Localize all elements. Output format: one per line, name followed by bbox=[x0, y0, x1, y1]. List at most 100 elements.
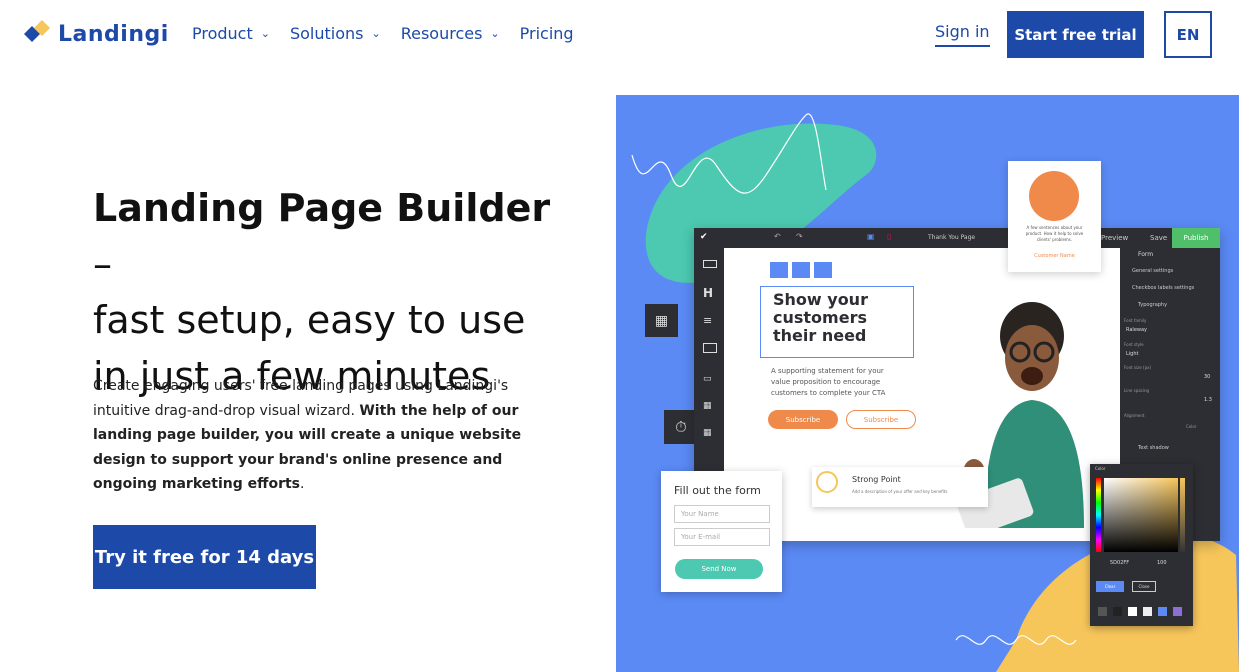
strong-point-card: Strong Point Add a description of your o… bbox=[812, 467, 988, 507]
nav-item-resources[interactable]: Resources ⌄ bbox=[401, 24, 500, 43]
box-tool-icon bbox=[703, 343, 717, 353]
clear-label: Clear bbox=[1104, 584, 1116, 589]
nav-item-label: Resources bbox=[400, 24, 483, 43]
logo[interactable]: Landingi bbox=[22, 20, 169, 48]
panel-font-size: 30 bbox=[1204, 374, 1211, 380]
canvas-subtext: A supporting statement for your value pr… bbox=[771, 367, 886, 397]
avatar bbox=[1029, 171, 1079, 221]
panel-alignment: Alignment bbox=[1124, 413, 1145, 418]
hero-headline: Landing Page Builder – fast setup, easy … bbox=[93, 180, 573, 404]
color-swatches bbox=[1098, 607, 1182, 616]
layers-icon bbox=[792, 262, 810, 278]
hero-title-bold: Landing Page Builder bbox=[93, 186, 551, 230]
section-tool-icon bbox=[703, 260, 717, 268]
swatch bbox=[1143, 607, 1152, 616]
panel-text-shadow: Text shadow bbox=[1138, 445, 1169, 451]
panel-font-family: Raleway bbox=[1126, 327, 1148, 333]
main-nav: Product ⌄ Solutions ⌄ Resources ⌄ Pricin… bbox=[192, 24, 574, 43]
form-card: Fill out the form Your Name Your E-mail … bbox=[661, 471, 782, 592]
color-hue-bar bbox=[1096, 478, 1101, 552]
undo-icon: ↶ bbox=[774, 232, 781, 241]
image-icon: ▦ bbox=[654, 312, 669, 329]
mobile-view-icon: ▯ bbox=[887, 232, 892, 241]
desktop-view-icon: ▣ bbox=[867, 232, 875, 241]
editor-logo-icon: ✔ bbox=[700, 232, 708, 242]
canvas-heading: Show your customers their need bbox=[773, 290, 868, 345]
panel-general: General settings bbox=[1132, 268, 1174, 274]
panel-color: Color bbox=[1186, 424, 1197, 429]
form-email-input: Your E-mail bbox=[674, 528, 770, 546]
form-send-button: Send Now bbox=[675, 559, 763, 579]
subscribe-label: Subscribe bbox=[785, 415, 821, 424]
editor-page-name: Thank You Page bbox=[928, 234, 976, 241]
color-clear-button: Clear bbox=[1096, 581, 1124, 592]
nav-item-label: Product bbox=[192, 24, 253, 43]
nav-item-pricing[interactable]: Pricing bbox=[520, 24, 574, 43]
subscribe-label: Subscribe bbox=[863, 415, 899, 424]
color-title: Color bbox=[1095, 466, 1106, 471]
widget-tool-icon: ▦ bbox=[703, 428, 712, 438]
editor-publish: Publish bbox=[1172, 228, 1220, 248]
publish-label: Publish bbox=[1183, 234, 1209, 242]
nav-item-label: Pricing bbox=[519, 24, 574, 43]
panel-checkbox: Checkbox labels settings bbox=[1132, 285, 1195, 291]
language-button[interactable]: EN bbox=[1164, 11, 1212, 58]
start-free-trial-button[interactable]: Start free trial bbox=[1007, 11, 1144, 58]
panel-font-size-label: Font size (px) bbox=[1124, 365, 1152, 370]
logo-text: Landingi bbox=[58, 21, 169, 47]
panel-line-spacing: 1.3 bbox=[1204, 397, 1212, 403]
button-tool-icon: ▭ bbox=[703, 374, 712, 384]
close-label: Close bbox=[1138, 584, 1150, 589]
swatch bbox=[1113, 607, 1122, 616]
nav-item-solutions[interactable]: Solutions ⌄ bbox=[290, 24, 381, 43]
panel-line-spacing-label: Line spacing bbox=[1124, 388, 1150, 393]
editor-preview: Preview bbox=[1101, 234, 1129, 242]
sign-in-link[interactable]: Sign in bbox=[935, 22, 990, 47]
hero-title-dash: – bbox=[93, 242, 112, 286]
color-close-button: Close bbox=[1132, 581, 1156, 592]
swatch bbox=[1158, 607, 1167, 616]
chevron-down-icon: ⌄ bbox=[490, 27, 500, 40]
element-toolbar bbox=[770, 262, 832, 278]
testimonial-name: Customer Name bbox=[1034, 253, 1075, 259]
testimonial-text: A few sentences about your product. How … bbox=[1025, 225, 1084, 242]
panel-font-family-label: Font family bbox=[1124, 318, 1147, 323]
nav-item-label: Solutions bbox=[289, 24, 364, 43]
swatch bbox=[1128, 607, 1137, 616]
image-tool-tile: ▦ bbox=[645, 304, 678, 337]
picture-tool-icon: ▦ bbox=[703, 401, 712, 411]
chevron-down-icon: ⌄ bbox=[260, 27, 270, 40]
color-picker-card: Color 5D02FF 100 Clear Close bbox=[1090, 464, 1193, 626]
arrange-icon bbox=[814, 262, 832, 278]
canvas-subscribe-secondary: Subscribe bbox=[846, 410, 916, 429]
color-saturation-area bbox=[1104, 478, 1178, 552]
duplicate-icon bbox=[770, 262, 788, 278]
canvas-heading-box: Show your customers their need bbox=[760, 286, 914, 358]
color-opacity: 100 bbox=[1157, 560, 1167, 566]
chevron-down-icon: ⌄ bbox=[371, 27, 381, 40]
hero-title-line2: fast setup, easy to use bbox=[93, 298, 526, 342]
try-free-button[interactable]: Try it free for 14 days bbox=[93, 525, 316, 589]
name-placeholder: Your Name bbox=[681, 510, 719, 518]
logo-mark-icon bbox=[22, 20, 50, 48]
canvas-subscribe-primary: Subscribe bbox=[768, 410, 838, 429]
panel-font-style-label: Font style bbox=[1124, 342, 1144, 347]
strong-point-desc: Add a description of your offer and key … bbox=[852, 489, 948, 494]
heading-tool-icon: H bbox=[703, 286, 714, 300]
form-title: Fill out the form bbox=[674, 484, 761, 497]
hero-illustration: ▦ ⏱ ✔ ↶ ↷ ▣ ▯ Thank You Page Preview Sav… bbox=[616, 95, 1239, 672]
testimonial-card: A few sentences about your product. How … bbox=[1008, 161, 1101, 272]
form-name-input: Your Name bbox=[674, 505, 770, 523]
strong-point-title: Strong Point bbox=[852, 475, 901, 484]
email-placeholder: Your E-mail bbox=[681, 533, 721, 541]
editor-save: Save bbox=[1150, 234, 1168, 242]
color-hex: 5D02FF bbox=[1110, 560, 1130, 566]
swatch bbox=[1098, 607, 1107, 616]
nav-item-product[interactable]: Product ⌄ bbox=[192, 24, 270, 43]
editor-topbar: ✔ ↶ ↷ ▣ ▯ Thank You Page Preview Save Pu… bbox=[694, 228, 1220, 248]
redo-icon: ↷ bbox=[796, 232, 803, 241]
hero-description: Create engaging users' free landing page… bbox=[93, 374, 543, 497]
panel-title: Form bbox=[1138, 251, 1154, 258]
send-label: Send Now bbox=[701, 565, 737, 573]
swatch bbox=[1173, 607, 1182, 616]
